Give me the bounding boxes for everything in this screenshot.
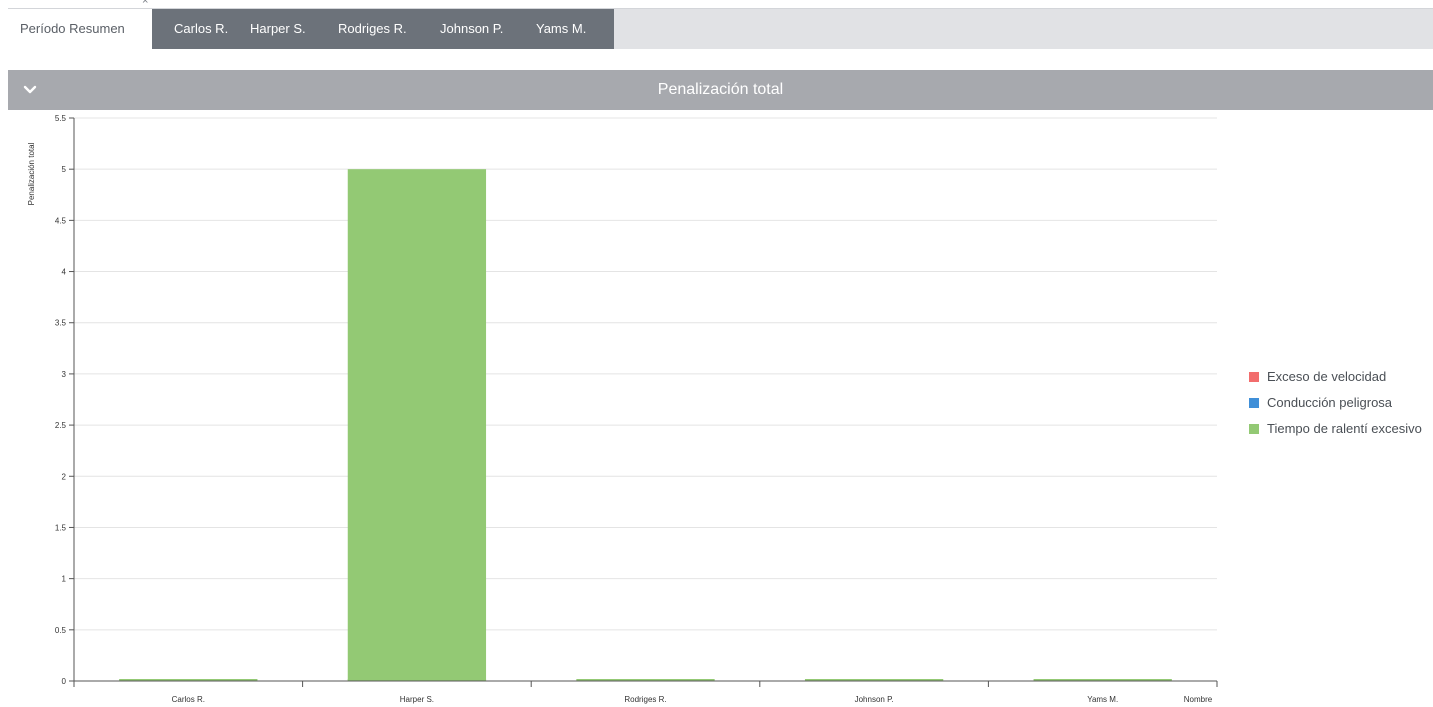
close-icon[interactable]: ×	[314, 0, 320, 7]
close-icon[interactable]: ×	[142, 0, 148, 7]
tab-label: Yams M.	[536, 21, 587, 36]
legend-item-tiempo-de-ralenti-excesivo[interactable]: Tiempo de ralentí excesivo	[1249, 419, 1433, 445]
close-icon[interactable]: ×	[594, 0, 600, 7]
x-tick-label: Johnson P.	[855, 695, 894, 704]
legend-item-exceso-de-velocidad[interactable]: Exceso de velocidad	[1249, 367, 1433, 393]
tab-label: Período Resumen	[20, 21, 125, 36]
x-tick-label: Harper S.	[400, 695, 434, 704]
penalty-bar-chart: 0 0.5 1 1.5 2 2.5 3 3.5 4 4.5 5 5.5 Carlos R. Harper …	[27, 114, 1218, 704]
axes: 0 0.5 1 1.5 2 2.5 3 3.5 4 4.5 5 5.5 Carlos R. Harper …	[55, 114, 1218, 704]
y-tick-label: 1.5	[55, 523, 67, 532]
y-tick-label: 0	[62, 677, 67, 686]
tab-label: Carlos R.	[174, 21, 229, 36]
y-tick-label: 2	[62, 472, 67, 481]
chart-title: Penalización total	[657, 81, 784, 98]
driver-tab-group: Carlos R. × Harper S. × Rodriges R. × Jo…	[152, 0, 614, 49]
tab-label: Johnson P.	[440, 21, 504, 36]
legend-item-conduccion-peligrosa[interactable]: Conducción peligrosa	[1249, 393, 1433, 419]
x-tick-label: Carlos R.	[172, 695, 205, 704]
legend-swatch	[1249, 424, 1259, 434]
tab-label: Harper S.	[250, 21, 306, 36]
bar	[347, 169, 487, 681]
chart-panel-header: Penalización total	[8, 70, 1433, 110]
close-icon[interactable]: ×	[416, 0, 422, 7]
tab-rodriges-r[interactable]: Rodriges R. ×	[338, 0, 422, 49]
y-tick-label: 5.5	[55, 114, 67, 123]
y-tick-label: 3.5	[55, 319, 67, 328]
y-tick-label: 2.5	[55, 421, 67, 430]
tab-carlos-r[interactable]: Carlos R. ×	[174, 0, 238, 49]
legend-label: Exceso de velocidad	[1267, 369, 1387, 384]
legend-label: Conducción peligrosa	[1267, 395, 1393, 410]
y-tick-label: 0.5	[55, 626, 67, 635]
y-tick-label: 1	[62, 575, 67, 584]
x-tick-label: Yams M.	[1087, 695, 1118, 704]
y-axis-label: Penalización total	[27, 142, 36, 205]
tab-yams-m[interactable]: Yams M. ×	[536, 0, 600, 49]
legend-label: Tiempo de ralentí excesivo	[1267, 421, 1422, 436]
y-tick-label: 4.5	[55, 216, 67, 225]
tab-periodo-resumen[interactable]: Período Resumen ×	[8, 0, 152, 49]
x-tick-label: Rodriges R.	[624, 695, 666, 704]
legend-swatch	[1249, 398, 1259, 408]
x-axis-label: Nombre	[1184, 695, 1213, 704]
tab-bar: Período Resumen × Carlos R. × Harper S. …	[8, 0, 1433, 49]
y-tick-label: 4	[62, 268, 67, 277]
page: Período Resumen × Carlos R. × Harper S. …	[0, 0, 1433, 707]
gridlines	[74, 117, 1217, 631]
close-icon[interactable]: ×	[510, 0, 516, 7]
y-tick-label: 5	[62, 165, 67, 174]
chart-legend: Exceso de velocidad Conducción peligrosa…	[1249, 367, 1433, 445]
close-icon[interactable]: ×	[232, 0, 238, 7]
y-tick-label: 3	[62, 370, 67, 379]
tab-harper-s[interactable]: Harper S. ×	[250, 0, 320, 49]
tab-johnson-p[interactable]: Johnson P. ×	[440, 0, 516, 49]
tab-label: Rodriges R.	[338, 21, 407, 36]
legend-swatch	[1249, 372, 1259, 382]
